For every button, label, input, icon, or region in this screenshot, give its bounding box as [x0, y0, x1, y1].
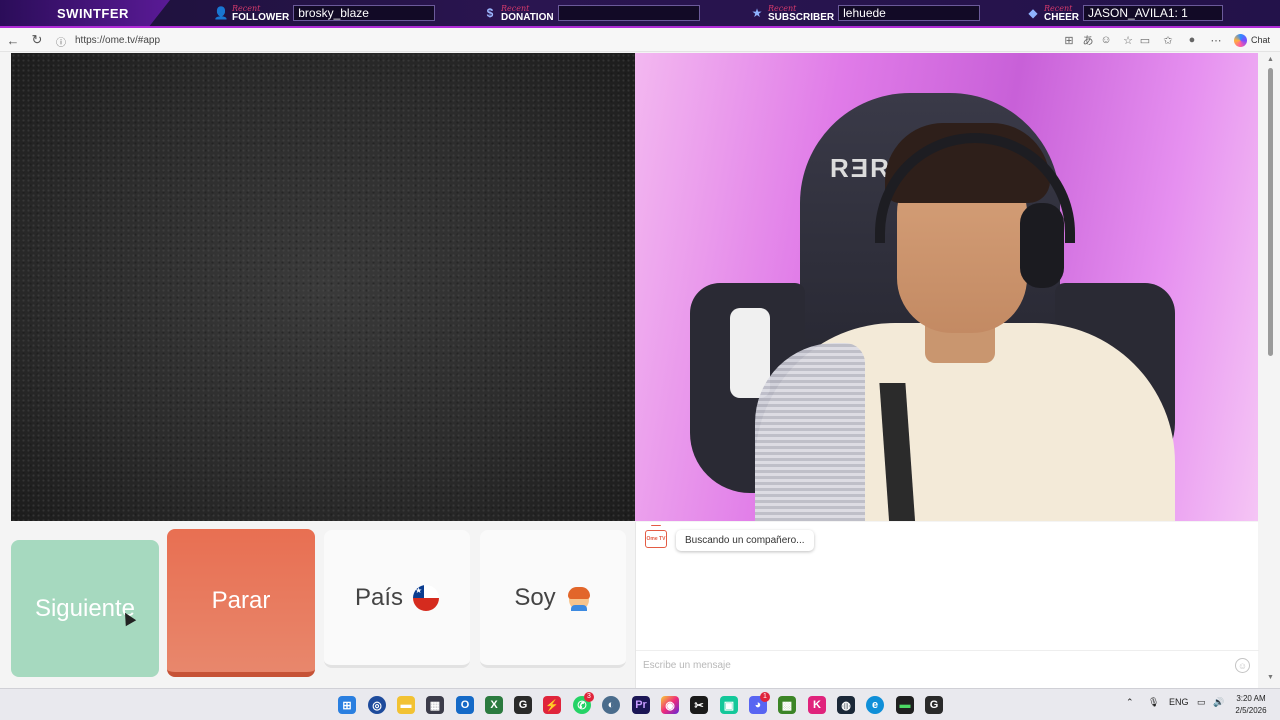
gender-button[interactable]: Soy: [480, 530, 626, 668]
message-input[interactable]: [643, 657, 1223, 673]
premiere-icon[interactable]: Pr: [632, 696, 650, 714]
tray-expand-icon[interactable]: ⌃: [1126, 697, 1134, 708]
emoji-icon[interactable]: ☺: [1235, 658, 1250, 673]
recent-type: FOLLOWER: [232, 12, 290, 23]
country-button[interactable]: País ★: [324, 530, 470, 668]
address-bar[interactable]: ⓘ https://ome.tv/#app: [52, 31, 1052, 50]
next-button-label: Siguiente: [34, 594, 136, 622]
copilot-icon: [1234, 33, 1247, 47]
copilot-chat-button[interactable]: Chat: [1234, 32, 1270, 48]
capcut-icon[interactable]: ✂: [690, 696, 708, 714]
recent-type: SUBSCRIBER: [768, 12, 835, 23]
country-button-label: País: [354, 583, 404, 611]
app-g-icon[interactable]: G: [514, 696, 532, 714]
red-app-icon[interactable]: ⚡: [543, 696, 561, 714]
streamer-brand: SWINTFER: [0, 0, 170, 26]
instagram-icon[interactable]: ◉: [661, 696, 679, 714]
recent-follower: 👤 Recent FOLLOWER brosky_blaze: [213, 2, 436, 24]
network-icon[interactable]: ▭: [1197, 697, 1206, 708]
scroll-down-icon[interactable]: ▼: [1266, 674, 1275, 683]
split-screen-icon[interactable]: ▭: [1138, 33, 1152, 47]
page-scrollbar[interactable]: ▲ ▼: [1266, 54, 1275, 688]
next-button[interactable]: Siguiente: [11, 540, 159, 677]
outlook-icon[interactable]: O: [456, 696, 474, 714]
chile-flag-icon: ★: [413, 584, 440, 611]
store-icon[interactable]: ▦: [426, 696, 444, 714]
language-indicator[interactable]: ENG: [1169, 697, 1189, 707]
bits-icon: ◆: [1028, 6, 1038, 20]
recent-cheer-value: JASON_AVILA1: 1: [1083, 5, 1224, 21]
file-explorer-icon[interactable]: ▬: [397, 696, 415, 714]
self-webcam-video: RƎR: [635, 53, 1258, 521]
clock-time: 3:20 AM: [1236, 694, 1266, 703]
message-composer: ☺: [636, 650, 1259, 680]
start-windows-icon[interactable]: ⊞: [338, 696, 356, 714]
copilot-chat-label: Chat: [1251, 35, 1271, 45]
chat-panel: Ome TV Buscando un compañero... ☺: [635, 522, 1259, 688]
microphone-icon[interactable]: 🎙: [1148, 697, 1159, 708]
dollar-icon: $: [486, 6, 494, 20]
edge-icon[interactable]: e: [866, 696, 884, 714]
profile-icon[interactable]: ●: [1185, 33, 1199, 47]
more-menu-icon[interactable]: ⋯: [1209, 33, 1223, 47]
recent-donation: $ Recent DONATION: [483, 2, 700, 24]
recent-donation-value: [557, 5, 700, 21]
clock-date: 2/5/2026: [1235, 706, 1267, 715]
recent-cheer: ◆ Recent CHEER JASON_AVILA1: 1: [1026, 2, 1224, 24]
extensions-icon[interactable]: ☺: [1099, 33, 1113, 47]
stream-overlay-bar: SWINTFER 👤 Recent FOLLOWER brosky_blaze $…: [0, 0, 1280, 28]
boy-emoji-icon: [566, 585, 592, 611]
star-icon: ★: [751, 6, 763, 20]
whatsapp-badge: 3: [584, 692, 594, 702]
ome-tv-app: RƎR Siguiente Parar País ★ Soy Ome TV Bu…: [0, 52, 1280, 688]
recent-type: CHEER: [1044, 12, 1080, 23]
discord-badge: 1: [760, 692, 770, 702]
favorite-star-icon[interactable]: ☆: [1121, 33, 1135, 47]
scroll-thumb[interactable]: [1268, 68, 1273, 356]
static-noise: [11, 53, 635, 521]
volume-icon[interactable]: 🔊: [1213, 697, 1224, 708]
recent-follower-value: brosky_blaze: [293, 5, 436, 21]
site-info-icon[interactable]: ⓘ: [56, 34, 68, 49]
refresh-icon[interactable]: ↻: [29, 32, 45, 48]
system-message: Buscando un compañero...: [676, 530, 814, 551]
ome-tv-logo-icon: Ome TV: [645, 530, 667, 548]
app-g2-icon[interactable]: G: [925, 696, 943, 714]
gender-button-label: Soy: [514, 583, 556, 611]
recent-subscriber-value: lehuede: [838, 5, 981, 21]
partner-video-static: [11, 53, 635, 521]
app-circle-icon[interactable]: ◐: [602, 696, 620, 714]
headphone-cup: [1020, 203, 1064, 288]
url-text[interactable]: https://ome.tv/#app: [75, 35, 160, 46]
browser-toolbar: ← ↻ ⓘ https://ome.tv/#app ⊞ あ ☺ ☆ ▭ ✩ ● …: [0, 28, 1280, 52]
stop-button[interactable]: Parar: [167, 529, 315, 677]
chair-logo: RƎR: [830, 153, 891, 183]
excel-icon[interactable]: X: [485, 696, 503, 714]
recent-subscriber: ★ Recent SUBSCRIBER lehuede: [750, 2, 981, 24]
minecraft-icon[interactable]: ▩: [778, 696, 796, 714]
apps-icon[interactable]: ⊞: [1062, 33, 1076, 47]
green-app-icon[interactable]: ▣: [720, 696, 738, 714]
favorites-icon[interactable]: ✩: [1161, 33, 1175, 47]
back-arrow-icon[interactable]: ←: [5, 32, 21, 48]
recent-type: DONATION: [501, 12, 554, 23]
follower-icon: 👤: [213, 6, 229, 20]
terminal-icon[interactable]: ▬: [896, 696, 914, 714]
windows-taskbar: ⊞ ◎ ▬ ▦ O X G ⚡ ✆ 3 ◐ Pr ◉ ✂ ▣ ◕ 1 ▩ K ◍…: [0, 688, 1280, 720]
scroll-up-icon[interactable]: ▲: [1266, 56, 1275, 65]
steam-icon[interactable]: ◍: [837, 696, 855, 714]
stop-button-label: Parar: [211, 586, 271, 614]
edge-beta-icon[interactable]: ◎: [368, 696, 386, 714]
translate-icon[interactable]: あ: [1081, 33, 1095, 47]
kick-icon[interactable]: K: [808, 696, 826, 714]
system-clock[interactable]: 3:20 AM 2/5/2026: [1229, 693, 1273, 717]
